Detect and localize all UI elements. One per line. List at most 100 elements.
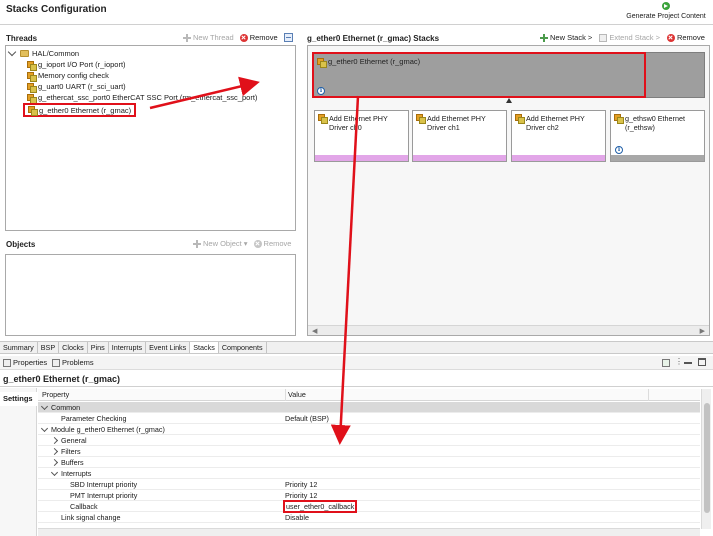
new-stack-button[interactable]: New Stack > (540, 33, 592, 42)
tab-summary[interactable]: Summary (0, 342, 38, 353)
tab-stacks[interactable]: Stacks (190, 342, 219, 353)
collapse-icon[interactable] (50, 468, 59, 477)
module-icon (28, 106, 38, 116)
stacks-hscrollbar[interactable]: ◀ ▶ (308, 325, 709, 335)
scroll-left-icon[interactable]: ◀ (312, 327, 317, 335)
tree-item-ether0[interactable]: g_ether0 Ethernet (r_gmac) (23, 103, 137, 117)
value-sbd-priority[interactable]: Priority 12 (285, 479, 317, 490)
problems-icon (52, 358, 60, 367)
row-interrupts[interactable]: Interrupts (38, 468, 700, 479)
module-icon (416, 114, 426, 124)
new-object-button[interactable]: New Object ▾ (193, 239, 248, 248)
minimize-icon[interactable] (684, 362, 692, 364)
expand-icon[interactable] (50, 458, 59, 467)
stack-child-phy-ch0[interactable]: Add Ethernet PHY Driver ch0 (314, 110, 409, 162)
tree-item-ethercat[interactable]: g_ethercat_ssc_port0 EtherCAT SSC Port (… (27, 92, 258, 104)
tab-clocks[interactable]: Clocks (59, 342, 88, 353)
tree-item-memory-config[interactable]: Memory config check (27, 70, 109, 82)
problems-tab[interactable]: Problems (52, 358, 94, 367)
expand-icon[interactable] (50, 436, 59, 445)
expand-icon[interactable] (50, 447, 59, 456)
stacks-canvas: g_ether0 Ethernet (r_gmac) i Add Etherne… (307, 45, 710, 336)
tree-item-label: HAL/Common (32, 49, 80, 58)
row-buffers[interactable]: Buffers (38, 457, 700, 468)
row-pmt-priority[interactable]: PMT Interrupt priority Priority 12 (38, 490, 700, 501)
collapse-icon[interactable] (40, 402, 49, 411)
new-thread-button[interactable]: New Thread (183, 33, 234, 42)
extend-stack-label: Extend Stack > (609, 33, 660, 42)
scroll-right-icon[interactable]: ▶ (700, 327, 705, 335)
tab-pins[interactable]: Pins (88, 342, 109, 353)
view-menu-icon[interactable]: ⋮ (675, 357, 683, 366)
module-icon (614, 114, 624, 124)
plus-icon (193, 239, 201, 248)
remove-object-button[interactable]: Remove (253, 239, 291, 248)
stack-expand-arrow-icon[interactable] (506, 98, 512, 103)
remove-thread-label: Remove (249, 33, 278, 42)
folder-icon (20, 50, 29, 57)
child-line2: (r_ethsw) (625, 123, 655, 132)
remove-thread-button[interactable]: Remove (239, 33, 278, 42)
properties-vscrollbar[interactable] (701, 389, 711, 529)
child-line2: Driver ch2 (526, 123, 559, 132)
config-tab-bar: Summary BSP Clocks Pins Interrupts Event… (0, 341, 713, 354)
collapse-icon[interactable] (40, 424, 49, 433)
module-icon (27, 60, 37, 71)
row-common[interactable]: Common (38, 402, 700, 413)
stacks-title: g_ether0 Ethernet (r_gmac) Stacks (307, 34, 440, 43)
new-view-icon[interactable] (662, 359, 670, 367)
properties-tab[interactable]: Properties (3, 358, 47, 367)
row-link-signal-change[interactable]: Link signal change Disable (38, 512, 700, 523)
row-filters[interactable]: Filters (38, 446, 700, 457)
plus-icon (183, 33, 191, 42)
stack-child-phy-ch2[interactable]: Add Ethernet PHY Driver ch2 (511, 110, 606, 162)
tree-item-label: g_ethercat_ssc_port0 EtherCAT SSC Port (… (38, 93, 258, 102)
generate-project-content-button[interactable]: Generate Project Content (620, 2, 712, 22)
row-general[interactable]: General (38, 435, 700, 446)
stack-child-phy-ch1[interactable]: Add Ethernet PHY Driver ch1 (412, 110, 507, 162)
child-status-bar (512, 155, 605, 161)
child-line1: g_ethsw0 Ethernet (625, 114, 685, 123)
stack-child-ethsw0[interactable]: g_ethsw0 Ethernet (r_ethsw) i (610, 110, 705, 162)
collapse-all-icon[interactable] (283, 33, 293, 42)
value-parameter-checking[interactable]: Default (BSP) (285, 413, 329, 424)
new-object-label: New Object (203, 239, 242, 248)
tree-item-label: g_uart0 UART (r_sci_uart) (38, 82, 126, 91)
child-line1: Add Ethernet PHY (329, 114, 388, 123)
remove-stack-button[interactable]: Remove (666, 33, 705, 42)
row-callback[interactable]: Callback user_ether0_callback (38, 500, 700, 513)
properties-divider (0, 386, 713, 387)
properties-hscrollbar[interactable] (38, 528, 700, 536)
maximize-icon[interactable] (698, 358, 706, 366)
scrollbar-thumb[interactable] (704, 403, 710, 513)
generate-icon (662, 2, 670, 10)
tree-item-label: g_ether0 Ethernet (r_gmac) (39, 105, 132, 115)
tab-event-links[interactable]: Event Links (146, 342, 191, 353)
col-property-header: Property (42, 390, 70, 399)
extend-icon (599, 33, 608, 42)
info-icon[interactable]: i (615, 146, 623, 154)
tree-item-label: Memory config check (38, 71, 109, 80)
tab-components[interactable]: Components (219, 342, 267, 353)
stack-highlight (312, 52, 646, 98)
page-title: Stacks Configuration (6, 4, 107, 15)
extend-stack-button[interactable]: Extend Stack > (599, 33, 660, 42)
row-parameter-checking[interactable]: Parameter Checking Default (BSP) (38, 413, 700, 424)
row-module[interactable]: Module g_ether0 Ethernet (r_gmac) (38, 424, 700, 435)
value-link-signal-change[interactable]: Disable (285, 512, 309, 523)
threads-toolbar: New Thread Remove (183, 33, 293, 42)
tree-item-ioport[interactable]: g_ioport I/O Port (r_ioport) (27, 59, 126, 71)
expand-icon[interactable] (7, 47, 17, 57)
tab-bsp[interactable]: BSP (38, 342, 60, 353)
tree-item-hal-common[interactable]: HAL/Common (7, 47, 80, 59)
child-line1: Add Ethernet PHY (526, 114, 585, 123)
settings-tab[interactable]: Settings (0, 392, 37, 406)
child-status-bar (315, 155, 408, 161)
plus-icon (540, 33, 548, 42)
row-sbd-priority[interactable]: SBD Interrupt priority Priority 12 (38, 479, 700, 490)
tree-item-uart0[interactable]: g_uart0 UART (r_sci_uart) (27, 81, 126, 93)
new-stack-label: New Stack > (550, 33, 593, 42)
properties-title: g_ether0 Ethernet (r_gmac) (3, 374, 121, 384)
tab-interrupts[interactable]: Interrupts (109, 342, 147, 353)
header-divider (0, 24, 713, 25)
